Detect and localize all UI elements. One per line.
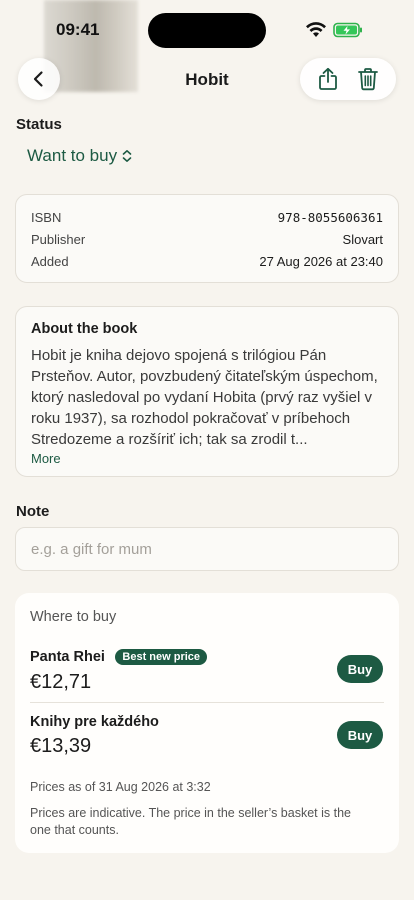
share-button[interactable] bbox=[313, 64, 343, 94]
added-label: Added bbox=[31, 254, 69, 269]
about-book-card: About the book Hobit je kniha dejovo spo… bbox=[15, 306, 399, 477]
publisher-row: Publisher Slovart bbox=[31, 232, 383, 247]
added-value: 27 Aug 2026 at 23:40 bbox=[259, 254, 383, 269]
publisher-label: Publisher bbox=[31, 232, 86, 247]
seller-price: €13,39 bbox=[30, 735, 92, 757]
status-bar: 09:41 bbox=[0, 0, 414, 92]
publisher-value: Slovart bbox=[342, 232, 383, 247]
status-picker[interactable]: Want to buy bbox=[27, 146, 133, 166]
share-icon bbox=[319, 67, 337, 90]
chevron-up-down-icon bbox=[122, 150, 132, 162]
delete-button[interactable] bbox=[353, 64, 383, 94]
about-title: About the book bbox=[31, 321, 138, 337]
best-price-badge: Best new price bbox=[115, 649, 208, 665]
prices-timestamp: Prices as of 31 Aug 2026 at 3:32 bbox=[30, 780, 211, 794]
battery-icon bbox=[333, 22, 362, 38]
where-to-buy-card: Where to buy Panta Rhei Best new price €… bbox=[15, 593, 399, 853]
seller-name: Panta Rhei bbox=[30, 649, 105, 665]
buy-button[interactable]: Buy bbox=[337, 655, 383, 683]
seller-name: Knihy pre každého bbox=[30, 714, 159, 730]
status-value: Want to buy bbox=[27, 146, 118, 165]
isbn-row: ISBN 978-8055606361 bbox=[31, 210, 383, 225]
price-disclaimer: Prices are indicative. The price in the … bbox=[30, 806, 351, 837]
clock: 09:41 bbox=[56, 20, 100, 39]
note-label: Note bbox=[16, 503, 50, 520]
more-link[interactable]: More bbox=[31, 451, 61, 466]
wifi-icon bbox=[306, 22, 326, 37]
isbn-value: 978-8055606361 bbox=[277, 210, 383, 225]
book-metadata-card: ISBN 978-8055606361 Publisher Slovart Ad… bbox=[15, 194, 399, 283]
about-description: Hobit je kniha dejovo spojená s trilógio… bbox=[31, 347, 378, 448]
dynamic-island bbox=[148, 13, 266, 48]
note-input[interactable] bbox=[15, 527, 399, 571]
seller-price: €12,71 bbox=[30, 671, 92, 693]
actions-group bbox=[300, 58, 396, 100]
added-row: Added 27 Aug 2026 at 23:40 bbox=[31, 254, 383, 269]
buy-button[interactable]: Buy bbox=[337, 721, 383, 749]
seller-row: Knihy pre každého €13,39 bbox=[30, 714, 159, 758]
trash-icon bbox=[358, 68, 378, 91]
seller-row: Panta Rhei Best new price €12,71 bbox=[30, 648, 208, 694]
navigation-bar: Hobit bbox=[0, 58, 414, 102]
divider bbox=[30, 702, 384, 703]
isbn-label: ISBN bbox=[31, 210, 62, 225]
status-label: Status bbox=[16, 116, 62, 133]
where-to-buy-title: Where to buy bbox=[30, 609, 117, 625]
